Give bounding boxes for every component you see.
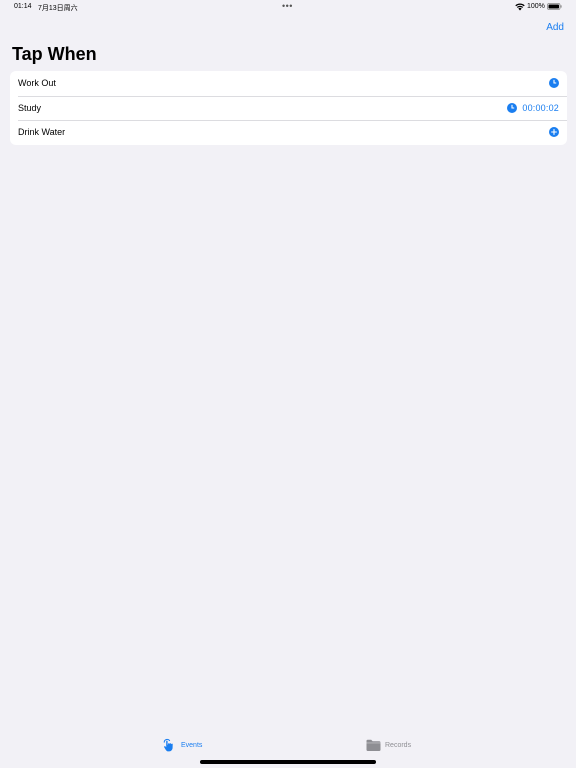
- home-indicator[interactable]: [200, 760, 376, 764]
- status-bar: 01:14 7月13日周六 ••• 100%: [0, 0, 576, 14]
- tab-records[interactable]: Records: [366, 738, 411, 752]
- event-row-drink-water[interactable]: Drink Water: [10, 120, 567, 145]
- event-list: Work Out Study 00:00:02 Drink Water: [10, 71, 567, 145]
- plus-circle-icon[interactable]: [549, 127, 559, 138]
- status-date: 7月13日周六: [38, 5, 78, 12]
- event-name: Drink Water: [18, 127, 66, 138]
- add-button[interactable]: Add: [546, 22, 564, 33]
- status-time: 01:14: [14, 3, 32, 10]
- page-title: Tap When: [12, 44, 97, 64]
- event-row-study[interactable]: Study 00:00:02: [10, 95, 567, 121]
- tab-label: Records: [385, 741, 412, 749]
- wifi-icon: [515, 3, 525, 11]
- multitasking-dots-icon[interactable]: •••: [282, 1, 293, 11]
- folder-icon: [366, 739, 381, 751]
- battery-percent: 100%: [527, 3, 545, 10]
- clock-icon[interactable]: [507, 102, 518, 113]
- event-name: Study: [18, 102, 42, 113]
- clock-icon[interactable]: [549, 78, 559, 89]
- tab-events[interactable]: Events: [162, 738, 202, 752]
- elapsed-timer: 00:00:02: [522, 102, 559, 113]
- tab-label: Events: [181, 741, 203, 749]
- battery-icon: [547, 3, 562, 10]
- event-name: Work Out: [18, 78, 56, 89]
- tap-hand-icon: [163, 738, 173, 752]
- event-row-work-out[interactable]: Work Out: [10, 71, 567, 96]
